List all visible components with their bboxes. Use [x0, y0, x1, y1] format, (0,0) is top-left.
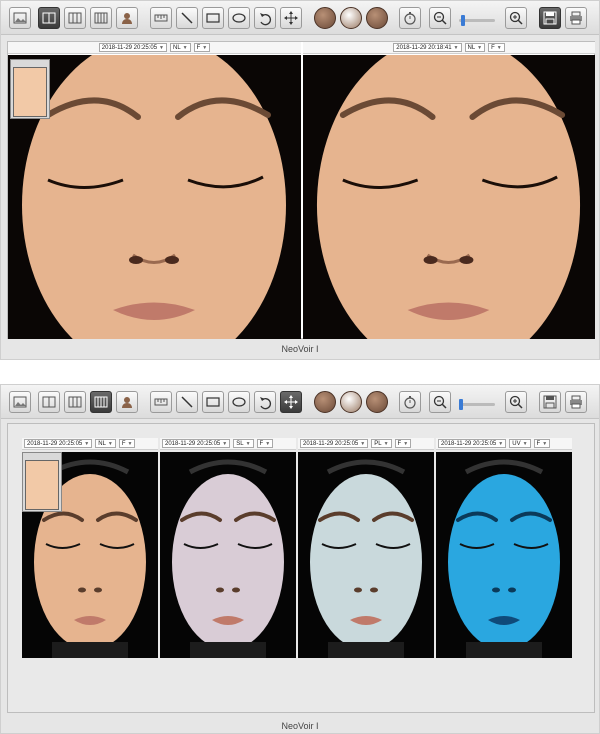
light-select[interactable]: F ▼ — [394, 439, 412, 448]
navigator-panel[interactable] — [10, 59, 50, 119]
face-photo — [8, 55, 301, 339]
image-icon[interactable] — [9, 7, 31, 29]
face-skin — [22, 55, 286, 339]
zoom-slider-thumb[interactable] — [459, 399, 463, 410]
face-left-icon[interactable] — [314, 391, 336, 413]
pane-header: 2018-11-29 20:25:05 ▼ UV ▼ F ▼ — [436, 438, 572, 450]
move-icon[interactable] — [280, 391, 302, 413]
undo-icon[interactable] — [254, 7, 276, 29]
zoom-slider-thumb[interactable] — [461, 15, 465, 26]
zoom-slider[interactable] — [459, 399, 495, 410]
zoom-in-icon[interactable] — [505, 391, 527, 413]
mode-select[interactable]: PL ▼ — [371, 439, 392, 448]
face-image-pane[interactable] — [298, 452, 434, 658]
light-select[interactable]: F ▼ — [256, 439, 274, 448]
undo-icon[interactable] — [254, 391, 276, 413]
face-image-pane[interactable] — [303, 55, 595, 339]
face-image-pane[interactable] — [160, 452, 296, 658]
face-front-icon[interactable] — [340, 7, 362, 29]
ruler-icon[interactable] — [150, 7, 172, 29]
print-icon[interactable] — [565, 391, 587, 413]
layout-3-icon[interactable] — [64, 7, 86, 29]
navigator-thumbnail — [13, 67, 47, 117]
timer-icon[interactable] — [399, 7, 421, 29]
layout-2-icon[interactable] — [38, 391, 60, 413]
face-photo — [298, 452, 434, 658]
face-front-icon[interactable] — [340, 391, 362, 413]
line-tool-icon[interactable] — [176, 7, 198, 29]
timestamp-select[interactable]: 2018-11-29 20:25:05 ▼ — [24, 439, 93, 448]
pane-header: 2018-11-29 20:25:05 ▼ NL ▼ F ▼ — [8, 42, 301, 54]
mode-select[interactable]: SL ▼ — [233, 439, 254, 448]
navigator-thumbnail — [25, 460, 59, 510]
move-icon[interactable] — [280, 7, 302, 29]
zoom-out-icon[interactable] — [429, 7, 451, 29]
toolbar — [1, 385, 599, 419]
timer-icon[interactable] — [399, 391, 421, 413]
rectangle-tool-icon[interactable] — [202, 391, 224, 413]
navigator-panel[interactable] — [22, 452, 62, 512]
image-viewer: 2018-11-29 20:25:05 ▼ NL ▼ F ▼ 2018-11-29 20:… — [7, 423, 595, 713]
user-icon[interactable] — [116, 391, 138, 413]
top-app-window: 2018-11-29 20:25:05 ▼ NL ▼ F ▼ 2018-11-2… — [0, 0, 600, 360]
face-image-pane[interactable] — [22, 452, 158, 658]
timestamp-select[interactable]: 2018-11-29 20:18:41 ▼ — [393, 43, 462, 52]
zoom-slider[interactable] — [459, 15, 495, 26]
app-name-label: NeoVoir I — [281, 344, 319, 354]
face-right-icon[interactable] — [366, 391, 388, 413]
light-select[interactable]: F ▼ — [193, 43, 211, 52]
save-icon[interactable] — [539, 7, 561, 29]
zoom-in-icon[interactable] — [505, 7, 527, 29]
face-right-icon[interactable] — [366, 7, 388, 29]
light-select[interactable]: F ▼ — [488, 43, 505, 52]
pane-header: 2018-11-29 20:25:05 ▼ NL ▼ F ▼ — [22, 438, 158, 450]
image-viewer: 2018-11-29 20:25:05 ▼ NL ▼ F ▼ 2018-11-2… — [7, 41, 595, 339]
bottom-app-window: 2018-11-29 20:25:05 ▼ NL ▼ F ▼ 2018-11-29 20:… — [0, 384, 600, 734]
mode-select[interactable]: NL ▼ — [95, 439, 116, 448]
face-photo — [303, 55, 595, 339]
timestamp-select[interactable]: 2018-11-29 20:25:05 ▼ — [162, 439, 231, 448]
face-left-icon[interactable] — [314, 7, 336, 29]
user-icon[interactable] — [116, 7, 138, 29]
mode-select[interactable]: UV ▼ — [509, 439, 531, 448]
timestamp-select[interactable]: 2018-11-29 20:25:05 ▼ — [98, 43, 167, 52]
timestamp-select[interactable]: 2018-11-29 20:25:05 ▼ — [300, 439, 369, 448]
toolbar — [1, 1, 599, 35]
app-name-label: NeoVoir I — [281, 721, 319, 731]
layout-2-icon[interactable] — [38, 7, 60, 29]
pane-header: 2018-11-29 20:18:41 ▼ NL ▼ F ▼ — [303, 42, 595, 54]
light-select[interactable]: F ▼ — [118, 439, 136, 448]
mode-select[interactable]: NL ▼ — [464, 43, 486, 52]
ellipse-tool-icon[interactable] — [228, 391, 250, 413]
layout-4-icon[interactable] — [90, 391, 112, 413]
pane-header: 2018-11-29 20:25:05 ▼ PL ▼ F ▼ — [298, 438, 434, 450]
line-tool-icon[interactable] — [176, 391, 198, 413]
ellipse-tool-icon[interactable] — [228, 7, 250, 29]
layout-4-icon[interactable] — [90, 7, 112, 29]
pane-header: 2018-11-29 20:25:05 ▼ SL ▼ F ▼ — [160, 438, 296, 450]
face-image-pane[interactable] — [436, 452, 572, 658]
save-icon[interactable] — [539, 391, 561, 413]
ruler-icon[interactable] — [150, 391, 172, 413]
zoom-out-icon[interactable] — [429, 391, 451, 413]
layout-3-icon[interactable] — [64, 391, 86, 413]
face-image-pane[interactable] — [8, 55, 301, 339]
print-icon[interactable] — [565, 7, 587, 29]
face-skin — [316, 55, 581, 339]
face-photo — [160, 452, 296, 658]
light-select[interactable]: F ▼ — [533, 439, 551, 448]
face-photo — [436, 452, 572, 658]
rectangle-tool-icon[interactable] — [202, 7, 224, 29]
image-icon[interactable] — [9, 391, 31, 413]
mode-select[interactable]: NL ▼ — [170, 43, 191, 52]
timestamp-select[interactable]: 2018-11-29 20:25:05 ▼ — [438, 439, 507, 448]
